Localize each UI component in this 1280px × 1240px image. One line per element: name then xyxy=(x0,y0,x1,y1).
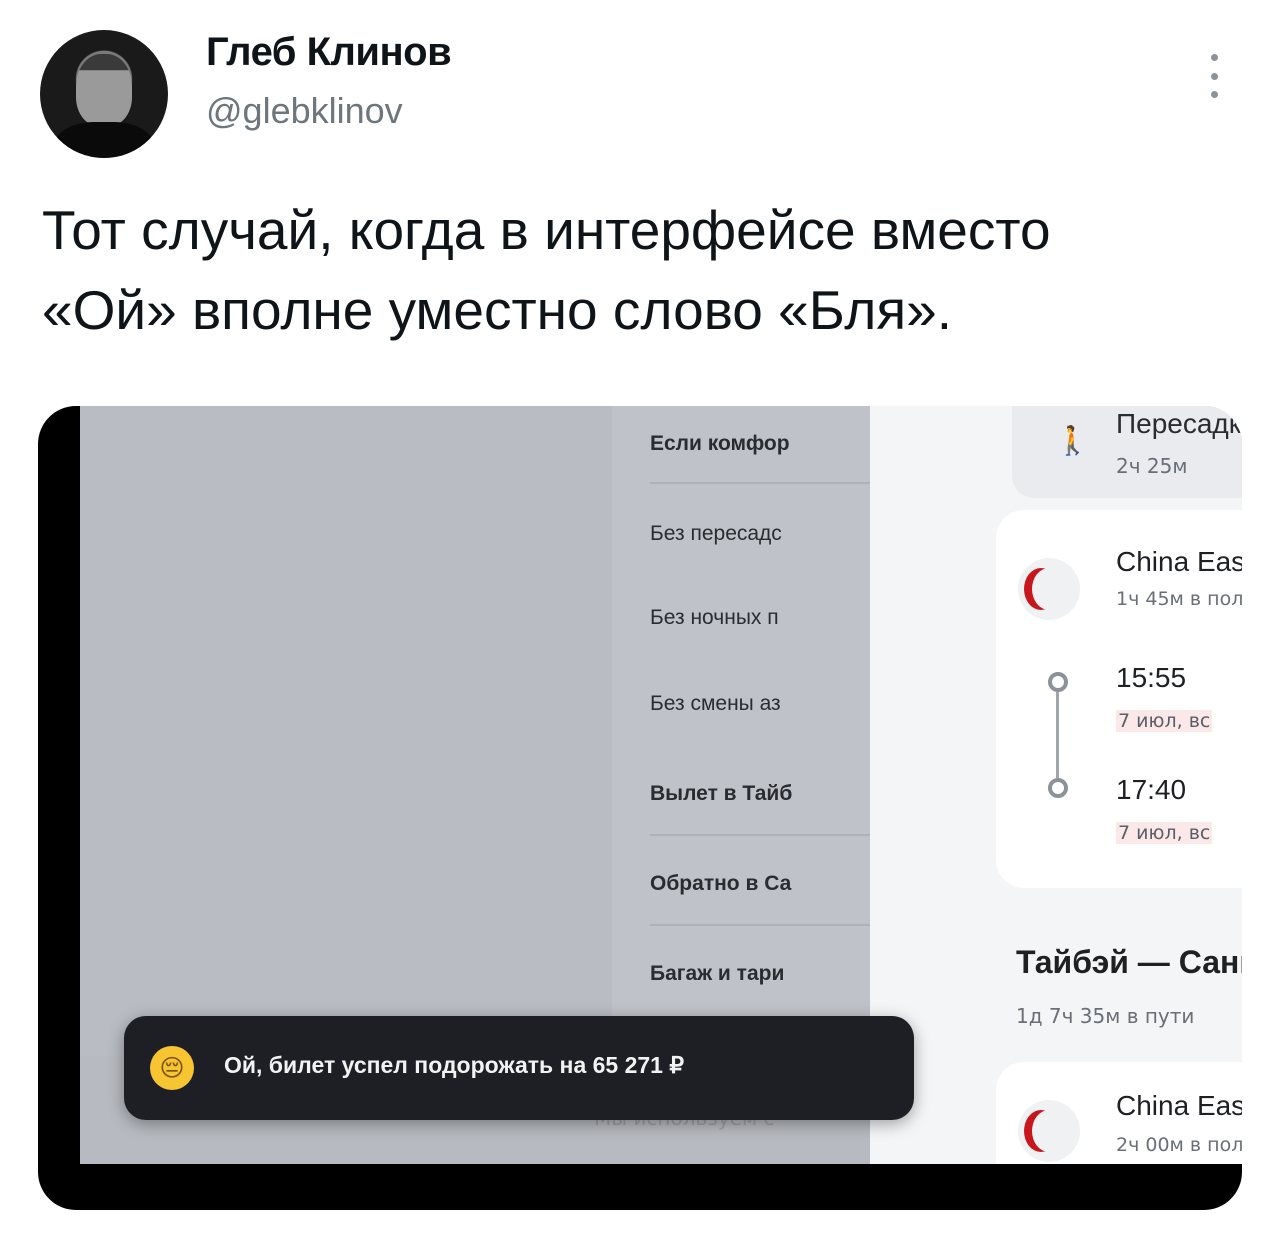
menu-separator xyxy=(650,482,870,484)
arrival-dot xyxy=(1048,778,1068,798)
author-avatar[interactable] xyxy=(40,30,168,158)
return-route-duration: 1д 7ч 35м в пути xyxy=(1016,1004,1195,1028)
airline-logo-icon xyxy=(1018,558,1080,620)
tweet-text-line-1: Тот случай, когда в интерфейсе вместо xyxy=(42,199,1051,261)
return-route-title: Тайбэй — Санк xyxy=(1016,944,1242,980)
sad-face-icon: 😔 xyxy=(150,1046,194,1090)
menu-item: Багаж и тари xyxy=(650,962,785,985)
toast-message: Ой, билет успел подорожать на 65 271 ₽ xyxy=(224,1052,684,1078)
menu-item: Без ночных п xyxy=(650,606,779,629)
menu-item: Без пересадс xyxy=(650,522,782,545)
tweet-text: Тот случай, когда в интерфейсе вместо «О… xyxy=(42,190,1242,350)
menu-item: Без смены аз xyxy=(650,692,781,715)
menu-item: Если комфор xyxy=(650,432,790,455)
avatar-shirt xyxy=(54,122,154,158)
departure-time: 15:55 xyxy=(1116,662,1187,693)
menu-item: Обратно в Са xyxy=(650,872,792,895)
departure-date: 7 июл, вс xyxy=(1116,710,1213,732)
arrival-time: 17:40 xyxy=(1116,774,1187,805)
airline-name: China East xyxy=(1116,546,1242,577)
flight-duration: 2ч 00м в пол xyxy=(1116,1134,1242,1156)
menu-item: Вылет в Тайб xyxy=(650,782,793,805)
filter-menu: Если комфор Без пересадс Без ночных п Бе… xyxy=(612,406,870,1056)
transfer-duration: 2ч 25м xyxy=(1116,454,1188,478)
airline-logo-icon xyxy=(1018,1100,1080,1162)
transfer-title: Пересадк xyxy=(1116,408,1242,439)
author-handle[interactable]: @glebklinov xyxy=(206,90,403,132)
timeline-line xyxy=(1056,692,1059,778)
menu-separator xyxy=(650,834,870,836)
more-options-icon[interactable] xyxy=(1208,54,1220,98)
flight-details-panel: 🚶 Пересадк 2ч 25м China East 1ч 45м в по… xyxy=(870,406,1242,1164)
flight-duration: 1ч 45м в пол xyxy=(1116,588,1242,610)
menu-separator xyxy=(650,924,870,926)
airline-name: China East xyxy=(1116,1090,1242,1121)
avatar-face xyxy=(76,54,132,126)
arrival-date: 7 июл, вс xyxy=(1116,822,1213,844)
author-name[interactable]: Глеб Клинов xyxy=(206,30,452,75)
price-change-toast: 😔 Ой, билет успел подорожать на 65 271 ₽ xyxy=(124,1016,914,1120)
departure-dot xyxy=(1048,672,1068,692)
tweet-text-line-2: «Ой» вполне уместно слово «Бля». xyxy=(42,279,952,341)
walking-person-icon: 🚶 xyxy=(1055,424,1090,457)
